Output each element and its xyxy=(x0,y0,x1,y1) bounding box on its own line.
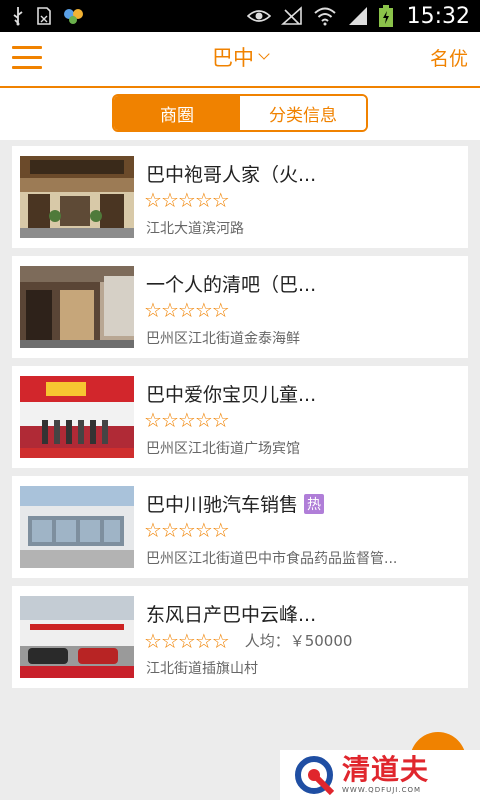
star-icon: ☆ xyxy=(160,188,179,212)
star-icon: ☆ xyxy=(144,518,162,542)
star-icon: ☆ xyxy=(211,518,230,542)
city-selector[interactable]: 巴中 xyxy=(180,42,300,72)
listing-title: 一个人的清吧（巴... xyxy=(146,274,317,296)
eye-icon xyxy=(246,8,271,24)
chevron-down-icon xyxy=(258,48,270,60)
tab-classified-info[interactable]: 分类信息 xyxy=(240,96,366,130)
tab-business-district[interactable]: 商圈 xyxy=(114,96,240,130)
battery-charging-icon xyxy=(378,5,393,27)
watermark-logo-icon xyxy=(295,756,334,795)
star-icon: ☆ xyxy=(177,188,196,212)
list-item[interactable]: 东风日产巴中云峰... ☆ ☆ ☆ ☆ ☆ 人均：￥50000 江北街道插旗山村 xyxy=(12,586,468,688)
star-icon: ☆ xyxy=(144,188,162,212)
listing-title: 巴中爱你宝贝儿童... xyxy=(146,384,317,406)
star-icon: ☆ xyxy=(177,408,196,432)
listing-list: 巴中袍哥人家（火... ☆ ☆ ☆ ☆ ☆ 江北大道滨河路 一个人的清吧（巴... ☆ ☆… xyxy=(12,146,468,696)
star-icon: ☆ xyxy=(177,298,196,322)
star-icon: ☆ xyxy=(177,628,196,653)
star-rating: ☆ ☆ ☆ ☆ ☆ xyxy=(144,298,230,322)
hot-badge: 热 xyxy=(304,494,325,514)
star-icon: ☆ xyxy=(194,298,213,322)
no-signal-icon xyxy=(280,6,303,26)
watermark-url: WWW.QDFUJI.COM xyxy=(342,786,422,794)
menu-icon[interactable] xyxy=(12,46,42,70)
star-icon: ☆ xyxy=(144,408,162,432)
sd-card-icon xyxy=(36,6,52,26)
star-icon: ☆ xyxy=(194,518,213,542)
listing-address: 巴州区江北街道广场宾馆 xyxy=(146,441,300,457)
star-icon: ☆ xyxy=(211,188,230,212)
status-left-icons xyxy=(10,6,86,26)
star-rating: ☆ ☆ ☆ ☆ ☆ xyxy=(144,188,230,212)
listing-thumbnail xyxy=(20,156,134,238)
usb-icon xyxy=(10,6,26,26)
app-icon xyxy=(62,6,86,26)
status-bar: 15:32 xyxy=(0,0,480,32)
list-item[interactable]: 一个人的清吧（巴... ☆ ☆ ☆ ☆ ☆ 巴州区江北街道金泰海鲜 xyxy=(12,256,468,358)
star-icon: ☆ xyxy=(177,518,196,542)
star-rating: ☆ ☆ ☆ ☆ ☆ 人均：￥50000 xyxy=(144,630,352,651)
star-rating: ☆ ☆ ☆ ☆ ☆ xyxy=(144,408,230,432)
star-icon: ☆ xyxy=(160,298,179,322)
status-right-icons: 15:32 xyxy=(246,3,470,29)
star-icon: ☆ xyxy=(160,628,179,653)
star-icon: ☆ xyxy=(160,518,179,542)
star-icon: ☆ xyxy=(194,408,213,432)
segmented-control: 商圈 分类信息 xyxy=(112,94,368,132)
wifi-icon xyxy=(313,6,337,26)
tabs-bar: 商圈 分类信息 xyxy=(0,88,480,140)
watermark: 清道夫 WWW.QDFUJI.COM xyxy=(280,750,480,800)
listing-title: 巴中袍哥人家（火... xyxy=(146,164,317,186)
listing-title: 东风日产巴中云峰... xyxy=(146,604,317,626)
watermark-name: 清道夫 xyxy=(342,753,430,786)
star-icon: ☆ xyxy=(211,298,230,322)
star-icon: ☆ xyxy=(160,408,179,432)
star-icon: ☆ xyxy=(211,628,230,653)
city-name: 巴中 xyxy=(212,46,254,70)
list-item[interactable]: 巴中爱你宝贝儿童... ☆ ☆ ☆ ☆ ☆ 巴州区江北街道广场宾馆 xyxy=(12,366,468,468)
status-time: 15:32 xyxy=(406,3,470,29)
watermark-text: 清道夫 WWW.QDFUJI.COM xyxy=(342,753,430,795)
famous-brands-link[interactable]: 名优 xyxy=(430,44,468,71)
listing-address: 江北街道插旗山村 xyxy=(146,661,258,677)
average-price: 人均：￥50000 xyxy=(244,632,353,650)
list-item[interactable]: 巴中袍哥人家（火... ☆ ☆ ☆ ☆ ☆ 江北大道滨河路 xyxy=(12,146,468,248)
star-icon: ☆ xyxy=(194,628,213,653)
listing-thumbnail xyxy=(20,376,134,458)
app-header: 巴中 名优 xyxy=(0,32,480,88)
star-rating: ☆ ☆ ☆ ☆ ☆ xyxy=(144,518,230,542)
listing-address: 巴州区江北街道巴中市食品药品监督管... xyxy=(146,551,398,567)
star-icon: ☆ xyxy=(211,408,230,432)
listing-thumbnail xyxy=(20,596,134,678)
list-item[interactable]: 巴中川驰汽车销售热 ☆ ☆ ☆ ☆ ☆ 巴州区江北街道巴中市食品药品监督管... xyxy=(12,476,468,578)
listing-address: 江北大道滨河路 xyxy=(146,221,244,237)
signal-icon xyxy=(347,6,369,26)
star-icon: ☆ xyxy=(144,298,162,322)
listing-thumbnail xyxy=(20,486,134,568)
listing-address: 巴州区江北街道金泰海鲜 xyxy=(146,331,300,347)
star-icon: ☆ xyxy=(144,628,162,653)
star-icon: ☆ xyxy=(194,188,213,212)
listing-title: 巴中川驰汽车销售热 xyxy=(146,490,325,517)
listing-thumbnail xyxy=(20,266,134,348)
